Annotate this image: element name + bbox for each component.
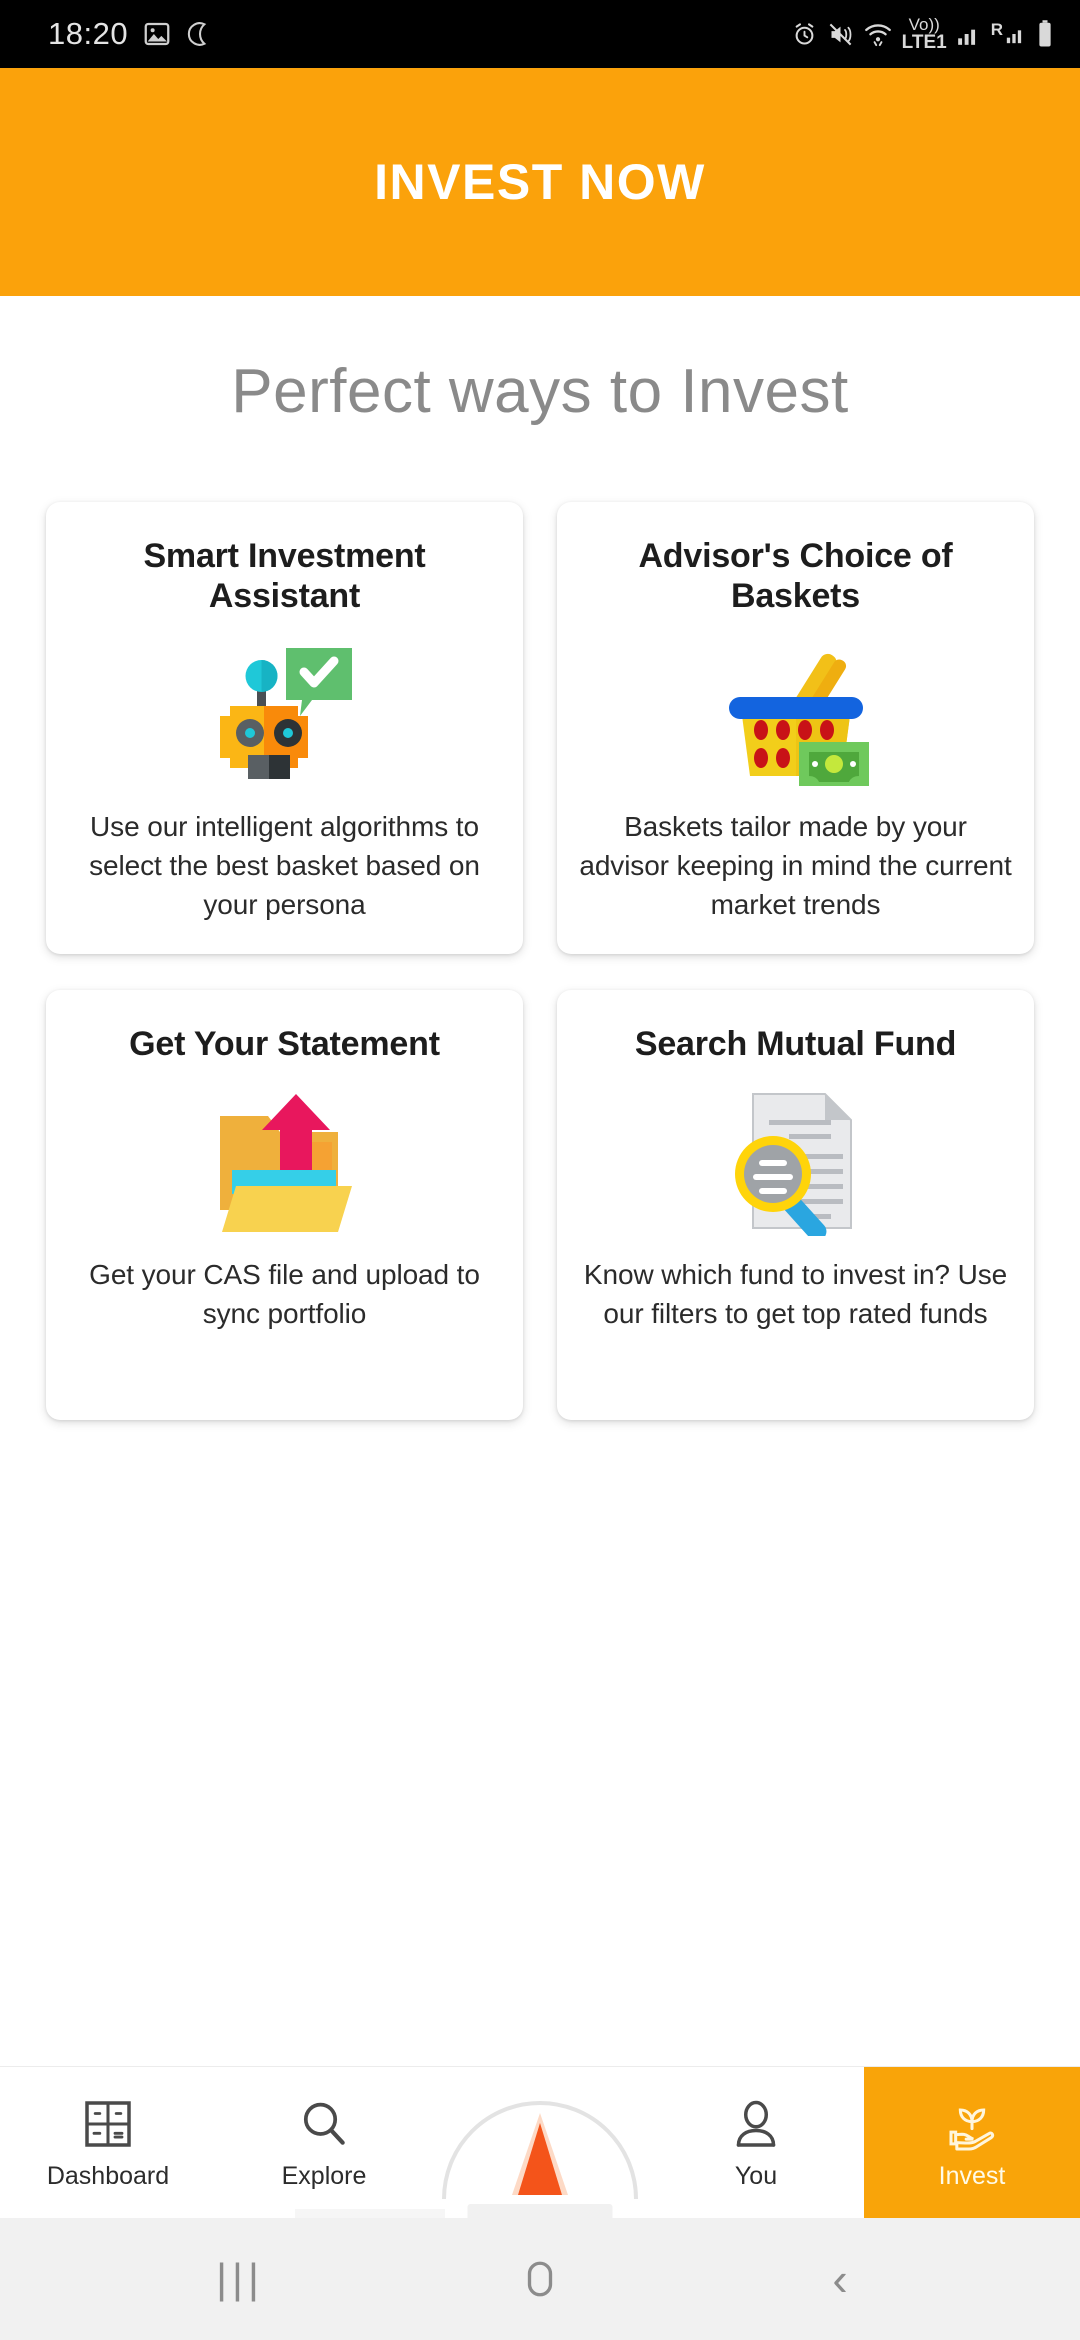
nav-item-dashboard[interactable]: Dashboard: [0, 2067, 216, 2218]
nav-item-center-action[interactable]: [432, 2067, 648, 2218]
card-description: Baskets tailor made by your advisor keep…: [579, 811, 1012, 920]
main-content: Perfect ways to Invest Smart Investment …: [0, 296, 1080, 2066]
bottom-navigation-bar: Dashboard Explore You Invest: [0, 2066, 1080, 2218]
image-icon: [144, 22, 170, 46]
center-arrow-fab-icon: [410, 2061, 670, 2211]
status-bar-right: Vo)) LTE1 R: [791, 16, 1054, 52]
do-not-disturb-moon-icon: [187, 22, 207, 46]
android-navigation-bar: ||| ‹: [0, 2218, 1080, 2340]
card-smart-investment-assistant[interactable]: Smart Investment Assistant Use our intel…: [46, 502, 523, 955]
home-button[interactable]: [480, 2258, 600, 2300]
robot-assistant-icon: [200, 638, 370, 788]
roaming-label: R: [990, 20, 1003, 39]
phone-screen: 18:20 Vo)) LTE1 R INVEST NOW Perfect way…: [0, 0, 1080, 2340]
card-description: Use our intelligent algorithms to select…: [89, 811, 480, 920]
volte-bottom-label: LTE1: [901, 32, 947, 53]
page-title: Perfect ways to Invest: [231, 357, 849, 426]
person-icon: [728, 2094, 784, 2152]
wifi-icon: [864, 24, 891, 47]
volte-top-label: Vo)): [908, 15, 940, 34]
card-title: Smart Investment Assistant: [143, 537, 426, 616]
gesture-hint-left: [295, 2209, 445, 2218]
card-search-mutual-fund[interactable]: Search Mutual Fund Know which fund to in…: [557, 990, 1034, 1421]
volte-icon: Vo)) LTE1: [902, 16, 947, 52]
recents-button[interactable]: |||: [180, 2255, 300, 2303]
card-title: Get Your Statement: [129, 1025, 440, 1064]
dashboard-grid-icon: [80, 2094, 136, 2152]
nav-label-explore: Explore: [281, 2162, 367, 2190]
nav-item-explore[interactable]: Explore: [216, 2067, 432, 2218]
nav-label-you: You: [734, 2162, 778, 2190]
card-advisors-choice-of-baskets[interactable]: Advisor's Choice of Baskets Baskets tail…: [557, 502, 1034, 955]
nav-label-dashboard: Dashboard: [46, 2162, 170, 2190]
hand-plant-icon: [944, 2094, 1000, 2152]
back-button[interactable]: ‹: [780, 2252, 900, 2306]
document-search-icon: [711, 1086, 881, 1237]
card-get-your-statement[interactable]: Get Your Statement Get your CAS file and…: [46, 990, 523, 1421]
status-bar-clock: 18:20: [48, 16, 129, 51]
signal-bars-icon: [957, 29, 975, 45]
roaming-signal-icon: R: [991, 20, 1027, 48]
vibrate-mute-icon: [829, 23, 852, 45]
card-title: Search Mutual Fund: [634, 1025, 957, 1064]
feature-card-grid: Smart Investment Assistant Use our intel…: [46, 502, 1034, 1421]
nav-item-you[interactable]: You: [648, 2067, 864, 2218]
folder-upload-icon: [200, 1086, 370, 1236]
status-bar: 18:20 Vo)) LTE1 R: [0, 0, 1080, 68]
shopping-basket-icon: [711, 638, 881, 788]
app-header: INVEST NOW: [0, 68, 1080, 296]
status-bar-left: 18:20: [48, 16, 212, 52]
card-title: Advisor's Choice of Baskets: [638, 537, 953, 616]
gesture-hint-center: [467, 2204, 613, 2218]
card-description: Know which fund to invest in? Use our fi…: [583, 1259, 1008, 1330]
magnifier-icon: [296, 2094, 352, 2152]
nav-item-invest[interactable]: Invest: [864, 2067, 1080, 2218]
card-description: Get your CAS file and upload to sync por…: [89, 1259, 480, 1330]
nav-label-invest: Invest: [938, 2162, 1006, 2190]
battery-icon: [1039, 20, 1051, 47]
alarm-icon: [795, 22, 814, 45]
header-title: INVEST NOW: [374, 154, 706, 210]
